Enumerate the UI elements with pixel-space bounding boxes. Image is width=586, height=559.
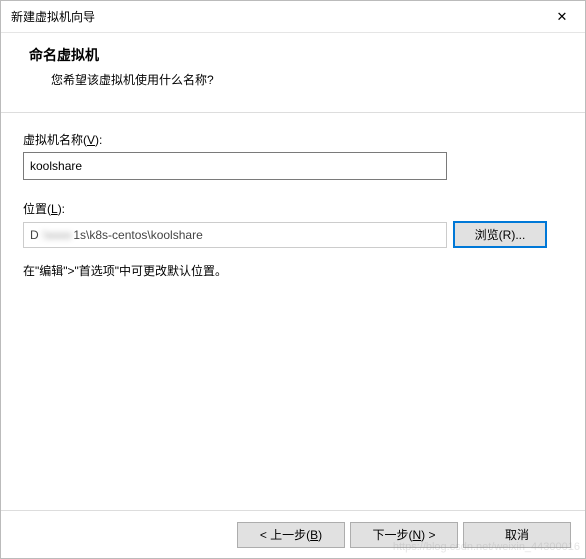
back-button[interactable]: < 上一步(B) [237,522,345,548]
wizard-header: 命名虚拟机 您希望该虚拟机使用什么名称? [1,33,585,104]
close-button[interactable]: ✕ [539,1,585,32]
browse-button[interactable]: 浏览(R)... [453,221,547,248]
close-icon: ✕ [557,9,568,25]
cancel-button[interactable]: 取消 [463,522,571,548]
window-title: 新建虚拟机向导 [11,8,95,25]
page-title: 命名虚拟机 [29,45,565,65]
location-label: 位置(L): [23,200,563,217]
vm-name-label: 虚拟机名称(V): [23,131,563,148]
next-button[interactable]: 下一步(N) > [350,522,458,548]
vm-name-input[interactable] [23,152,447,180]
location-input[interactable]: D:\xxxx1s\k8s-centos\koolshare [23,222,447,248]
page-subtitle: 您希望该虚拟机使用什么名称? [29,71,565,88]
location-hint: 在"编辑">"首选项"中可更改默认位置。 [23,262,563,279]
content-area: 虚拟机名称(V): 位置(L): D:\xxxx1s\k8s-centos\ko… [1,112,585,510]
new-vm-wizard-dialog: 新建虚拟机向导 ✕ 命名虚拟机 您希望该虚拟机使用什么名称? 虚拟机名称(V):… [0,0,586,559]
button-bar: < 上一步(B) 下一步(N) > 取消 [1,510,585,558]
titlebar: 新建虚拟机向导 ✕ [1,1,585,33]
